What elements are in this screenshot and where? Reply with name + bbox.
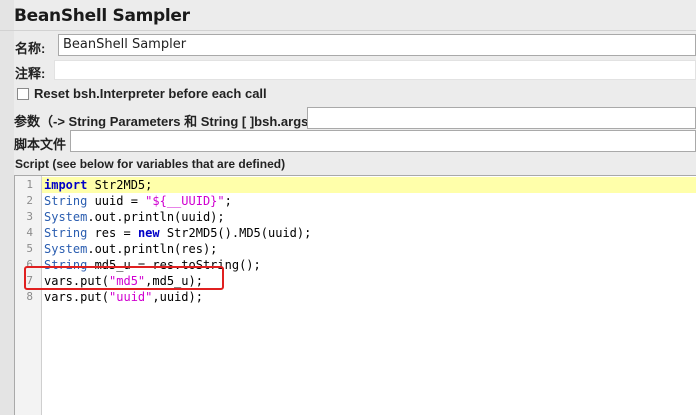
page-title: BeanShell Sampler bbox=[14, 6, 190, 26]
code-token: res = bbox=[87, 226, 138, 240]
code-line: 2 String uuid = "${__UUID}"; bbox=[15, 193, 696, 209]
code-line: 8 vars.put("uuid",uuid); bbox=[15, 289, 696, 305]
code-token: Str2MD5().MD5(uuid); bbox=[159, 226, 312, 240]
code-token: String bbox=[44, 194, 88, 208]
code-text: String res = new Str2MD5().MD5(uuid); bbox=[44, 225, 311, 241]
line-number: 5 bbox=[26, 242, 33, 255]
parameters-label: 参数（-> String Parameters 和 String [ ]bsh.… bbox=[14, 114, 322, 129]
reset-interpreter-checkbox[interactable] bbox=[17, 88, 29, 100]
line-number: 1 bbox=[26, 178, 33, 191]
code-text: System.out.println(uuid); bbox=[44, 209, 225, 225]
code-text: System.out.println(res); bbox=[44, 241, 217, 257]
reset-interpreter-label: Reset bsh.Interpreter before each call bbox=[34, 86, 267, 101]
script-editor[interactable]: 1 import Str2MD5; 2 String uuid = "${__UUID… bbox=[14, 175, 696, 415]
left-panel-edge bbox=[0, 0, 14, 415]
line-number: 2 bbox=[26, 194, 33, 207]
script-file-input[interactable] bbox=[70, 130, 696, 152]
script-label: Script (see below for variables that are… bbox=[15, 157, 286, 171]
script-file-label: 脚本文件 bbox=[14, 137, 67, 152]
code-token: System bbox=[44, 242, 88, 256]
code-token: String bbox=[44, 226, 88, 240]
name-label: 名称: bbox=[15, 41, 46, 56]
line-number: 8 bbox=[26, 290, 33, 303]
code-line: 3 System.out.println(uuid); bbox=[15, 209, 696, 225]
code-text: import Str2MD5; bbox=[44, 177, 152, 193]
title-divider bbox=[0, 30, 696, 31]
code-token: import bbox=[44, 178, 88, 192]
parameters-input[interactable] bbox=[307, 107, 696, 129]
code-token: .out.println(uuid); bbox=[87, 210, 225, 224]
code-token: .out.println(res); bbox=[87, 242, 218, 256]
name-input[interactable]: BeanShell Sampler bbox=[58, 34, 696, 56]
line-number: 3 bbox=[26, 210, 33, 223]
code-token: "uuid" bbox=[109, 290, 153, 304]
code-line: 4 String res = new Str2MD5().MD5(uuid); bbox=[15, 225, 696, 241]
code-token: System bbox=[44, 210, 88, 224]
code-token: Str2MD5; bbox=[87, 178, 153, 192]
red-annotation-box bbox=[24, 266, 224, 290]
comment-input[interactable] bbox=[54, 60, 696, 80]
code-token: vars.put( bbox=[44, 290, 110, 304]
code-text: vars.put("uuid",uuid); bbox=[44, 289, 203, 305]
code-token: ; bbox=[224, 194, 232, 208]
code-token: new bbox=[137, 226, 160, 240]
code-token: "${__UUID}" bbox=[145, 194, 225, 208]
code-line: 1 import Str2MD5; bbox=[15, 177, 696, 193]
line-number: 4 bbox=[26, 226, 33, 239]
code-line: 5 System.out.println(res); bbox=[15, 241, 696, 257]
code-token: ,uuid); bbox=[152, 290, 203, 304]
code-token: uuid = bbox=[87, 194, 146, 208]
code-text: String uuid = "${__UUID}"; bbox=[44, 193, 232, 209]
comment-label: 注释: bbox=[15, 66, 46, 81]
